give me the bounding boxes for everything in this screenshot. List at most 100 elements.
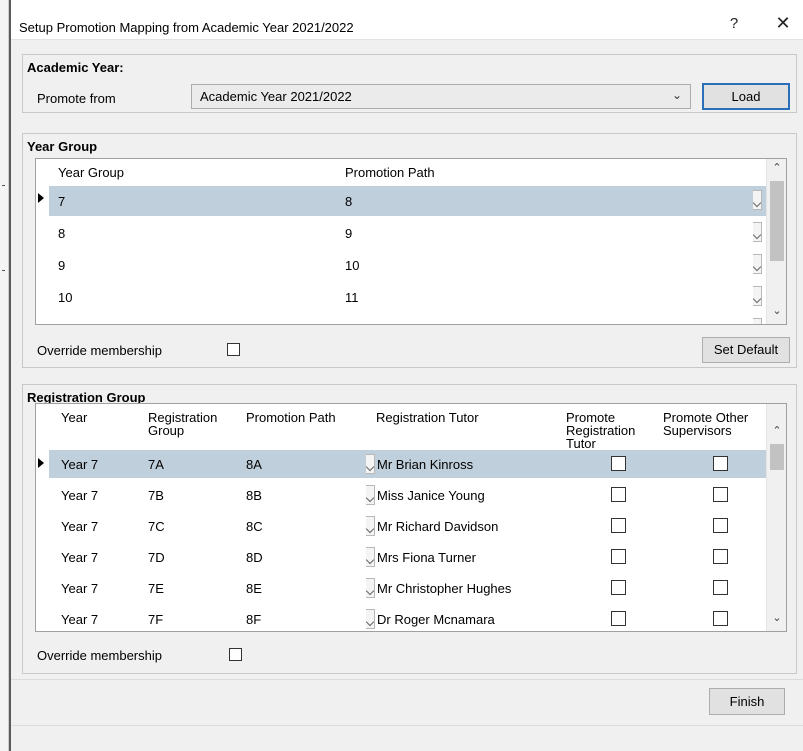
year-group-cell: 10 [58,290,73,305]
year-group-grid: Year Group Promotion Path 7 8 8 9 9 10 1… [35,158,787,325]
promote-other-supervisors-checkbox[interactable] [713,580,728,595]
table-row[interactable]: Year 7 7F 8F Dr Roger Mcnamara [49,605,766,631]
override-membership-checkbox[interactable] [227,343,240,356]
scrollbar-thumb[interactable] [770,444,784,470]
registration-tutor-cell: Mr Brian Kinross [377,457,474,472]
status-divider [11,725,803,726]
promotion-path-cell[interactable]: 8E [246,581,262,596]
promotion-path-cell[interactable]: 8 [345,194,352,209]
table-row[interactable]: 8 9 [49,218,766,248]
year-group-cell: 11 [58,322,72,324]
promotion-path-cell[interactable]: 9 [345,226,352,241]
academic-year-select[interactable]: Academic Year 2021/2022 ⌄ [191,84,691,109]
year-cell: Year 7 [61,550,99,565]
scroll-down-icon[interactable]: ⌄ [767,611,786,629]
finish-button[interactable]: Finish [709,688,785,715]
dropdown-arrow-icon[interactable] [753,222,762,242]
column-header-registration-tutor[interactable]: Registration Tutor [376,411,479,424]
promote-registration-tutor-checkbox[interactable] [611,487,626,502]
registration-group-cell: 7B [148,488,164,503]
year-cell: Year 7 [61,612,99,627]
promotion-path-cell[interactable]: 8D [246,550,263,565]
table-row[interactable]: 9 10 [49,250,766,280]
scroll-up-icon[interactable]: ⌃ [767,161,786,179]
footer-divider [11,679,803,680]
scroll-down-icon[interactable]: ⌄ [767,304,786,322]
year-group-cell: 9 [58,258,66,273]
dropdown-arrow-icon[interactable] [753,254,762,274]
column-header-year[interactable]: Year [61,411,87,424]
promote-registration-tutor-checkbox[interactable] [611,456,626,471]
set-default-button[interactable]: Set Default [702,337,790,363]
table-row[interactable]: 11 12 [49,314,766,324]
academic-year-panel: Academic Year: Promote from Academic Yea… [22,54,797,113]
registration-group-cell: 7A [148,457,164,472]
table-row[interactable]: 10 11 [49,282,766,312]
table-row[interactable]: Year 7 7D 8D Mrs Fiona Turner [49,543,766,571]
year-cell: Year 7 [61,457,99,472]
year-group-cell: 7 [58,194,66,209]
registration-tutor-cell: Mr Richard Davidson [377,519,499,534]
promote-other-supervisors-checkbox[interactable] [713,549,728,564]
column-header-promote-registration-tutor[interactable]: Promote Registration Tutor [566,411,656,450]
promote-other-supervisors-checkbox[interactable] [713,518,728,533]
promotion-path-cell[interactable]: 8C [246,519,263,534]
registration-tutor-cell: Miss Janice Young [377,488,485,503]
promote-other-supervisors-checkbox[interactable] [713,456,728,471]
table-row[interactable]: Year 7 7B 8B Miss Janice Young [49,481,766,509]
dropdown-arrow-icon[interactable] [366,547,375,567]
registration-group-cell: 7D [148,550,165,565]
background-tick [2,270,5,271]
promotion-path-cell[interactable]: 12 [345,322,359,324]
dropdown-arrow-icon[interactable] [366,454,375,474]
promotion-mapping-dialog: Setup Promotion Mapping from Academic Ye… [9,0,803,751]
scroll-up-icon[interactable]: ⌃ [767,424,786,442]
table-row[interactable]: Year 7 7E 8E Mr Christopher Hughes [49,574,766,602]
background-tick [2,185,5,186]
promote-registration-tutor-checkbox[interactable] [611,580,626,595]
year-group-scrollbar[interactable]: ⌃ ⌄ [766,159,786,324]
registration-group-panel: Registration Group Year Registration Gro… [22,384,797,674]
table-row[interactable]: Year 7 7C 8C Mr Richard Davidson [49,512,766,540]
promotion-path-cell[interactable]: 10 [345,258,359,273]
promotion-path-cell[interactable]: 8B [246,488,262,503]
year-cell: Year 7 [61,519,99,534]
promote-other-supervisors-checkbox[interactable] [713,487,728,502]
dropdown-arrow-icon[interactable] [366,516,375,536]
dropdown-arrow-icon[interactable] [753,190,762,210]
row-selector-column [36,404,49,631]
help-icon[interactable]: ? [724,15,744,32]
table-row[interactable]: Year 7 7A 8A Mr Brian Kinross [49,450,766,478]
promote-registration-tutor-checkbox[interactable] [611,518,626,533]
row-selector-column [36,159,49,324]
registration-tutor-cell: Dr Roger Mcnamara [377,612,495,627]
promotion-path-cell[interactable]: 8F [246,612,261,627]
dropdown-arrow-icon[interactable] [366,609,375,629]
column-header-registration-group[interactable]: Registration Group [148,411,233,437]
dropdown-arrow-icon[interactable] [366,485,375,505]
table-row[interactable]: 7 8 [49,186,766,216]
promotion-path-cell[interactable]: 11 [345,290,359,305]
promote-registration-tutor-checkbox[interactable] [611,549,626,564]
scrollbar-thumb[interactable] [770,181,784,261]
column-header-year-group[interactable]: Year Group [58,166,124,179]
close-icon[interactable]: ✕ [773,13,793,34]
promote-other-supervisors-checkbox[interactable] [713,611,728,626]
column-header-promote-other-supervisors[interactable]: Promote Other Supervisors [663,411,758,437]
dropdown-arrow-icon[interactable] [753,318,762,324]
dropdown-arrow-icon[interactable] [753,286,762,306]
academic-year-heading: Academic Year: [27,60,124,75]
current-row-indicator-icon [38,458,44,468]
override-membership-checkbox[interactable] [229,648,242,661]
year-group-cell: 8 [58,226,66,241]
promotion-path-cell[interactable]: 8A [246,457,262,472]
load-button[interactable]: Load [702,83,790,110]
column-header-promotion-path[interactable]: Promotion Path [345,166,435,179]
registration-group-cell: 7E [148,581,164,596]
registration-group-scrollbar[interactable]: ⌃ ⌄ [766,404,786,631]
promote-registration-tutor-checkbox[interactable] [611,611,626,626]
background-window-edge [0,0,9,751]
dropdown-arrow-icon[interactable] [366,578,375,598]
column-header-promotion-path[interactable]: Promotion Path [246,411,336,424]
year-cell: Year 7 [61,488,99,503]
